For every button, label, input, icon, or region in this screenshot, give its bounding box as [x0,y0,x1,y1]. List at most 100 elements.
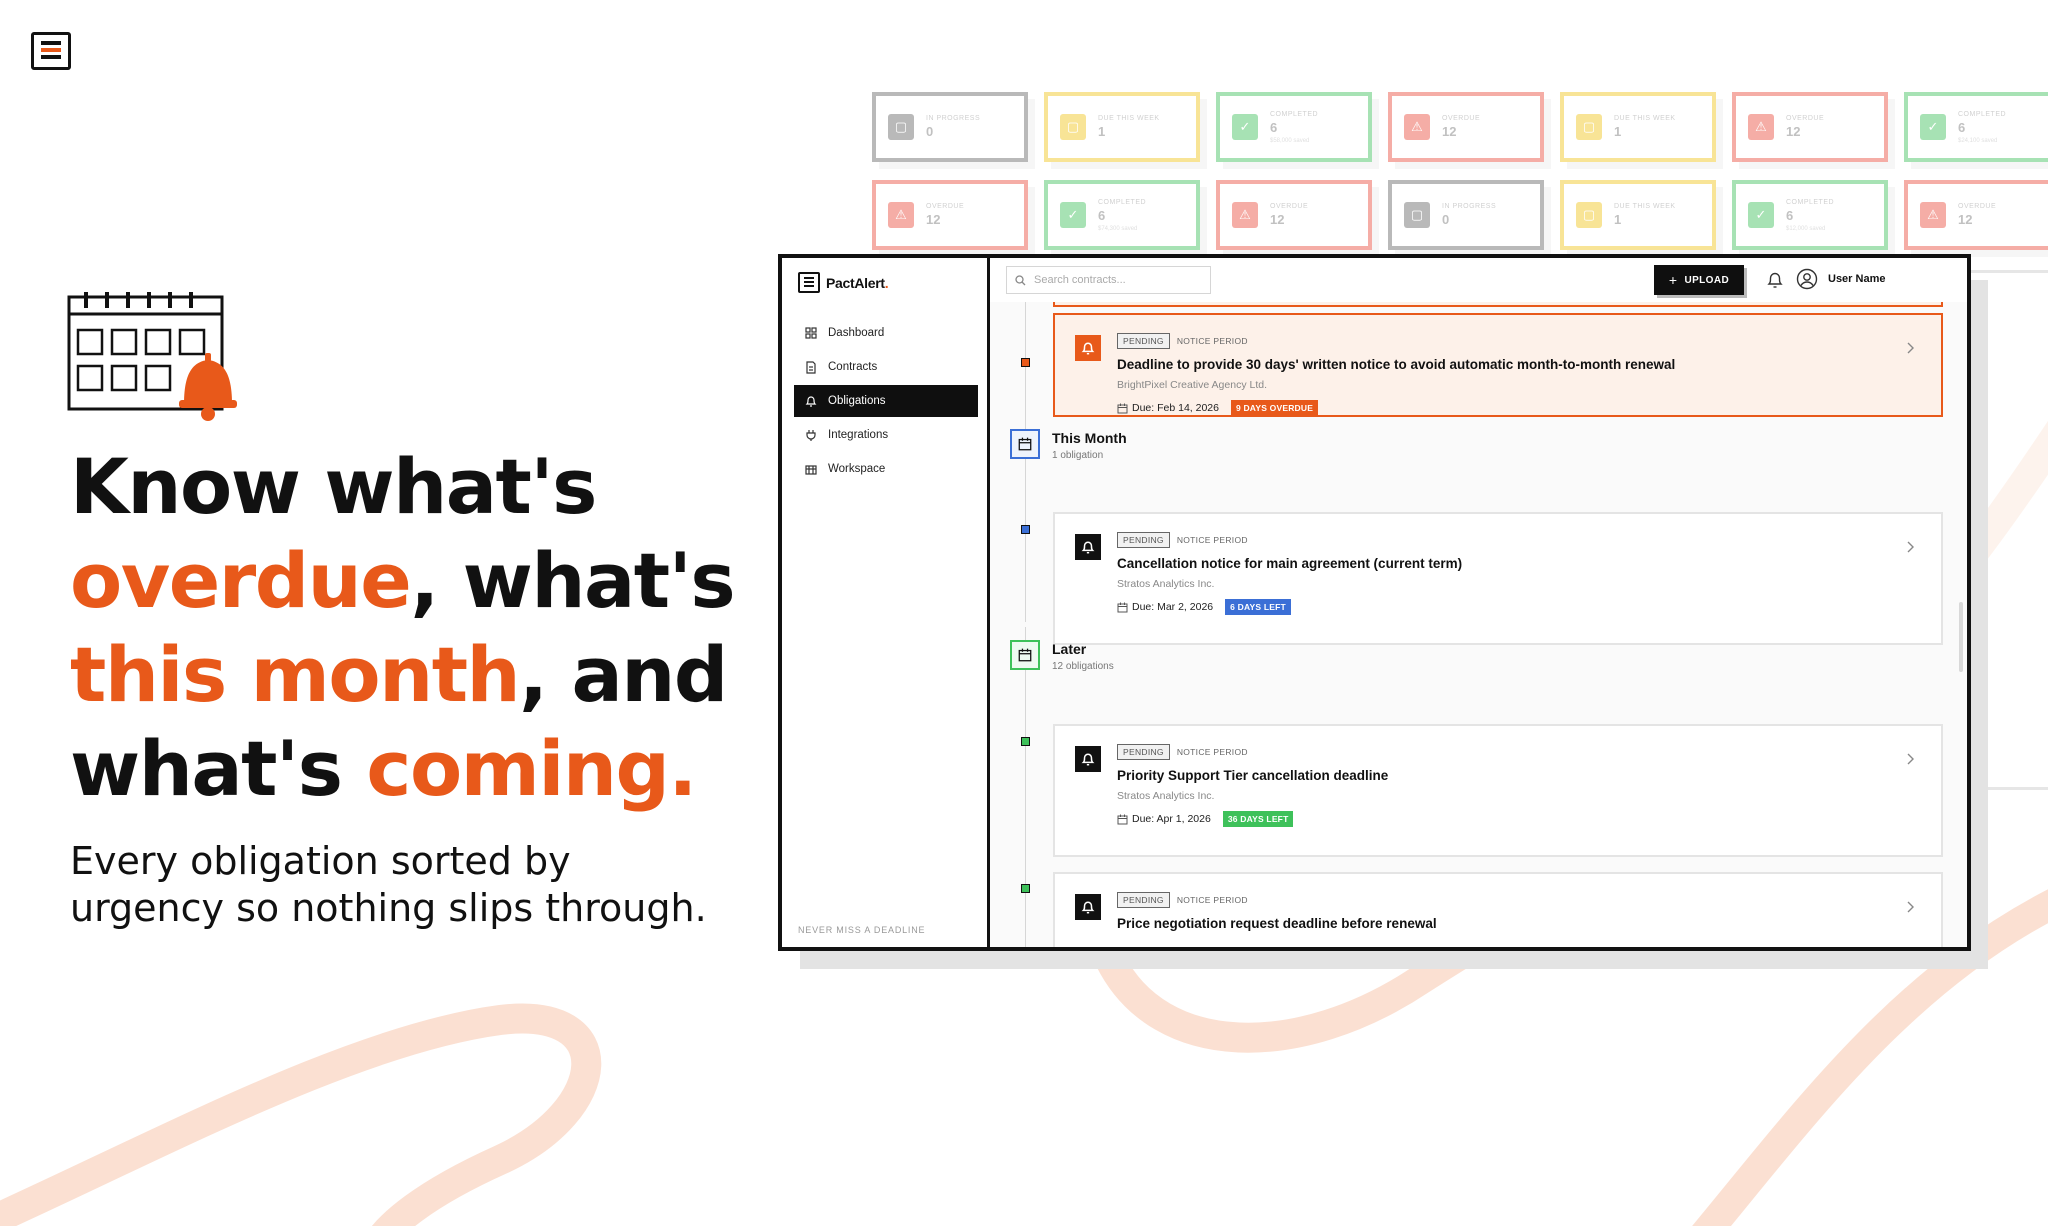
heading-accent-overdue: overdue [70,536,412,625]
calendar-icon [1010,640,1040,670]
search-box[interactable] [1006,266,1211,294]
user-name: User Name [1828,273,1886,285]
stat-tile: ⚠ OVERDUE 12 [1904,180,2048,250]
status-tag: PENDING [1117,532,1170,548]
sidebar: PactAlert. Dashboard Contracts Obligatio… [782,258,990,947]
topbar: + UPLOAD User Name [990,258,1967,302]
card-body: PENDING NOTICE PERIOD Deadline to provid… [1117,333,1901,416]
stat-tile-sub: $24,100 saved [1958,137,1998,144]
timeline-dot-later [1021,884,1030,893]
upload-button-label: UPLOAD [1684,274,1730,286]
obligation-card[interactable]: PENDING NOTICE PERIOD Deadline to provid… [1053,313,1943,417]
sidebar-item-contracts[interactable]: Contracts [794,351,978,383]
calendar-bell-icon [67,292,237,421]
stat-tile-sub: $58,000 saved [1270,137,1310,144]
stat-tile-label: DUE THIS WEEK [1098,115,1160,122]
scrollbar[interactable] [1959,602,1963,672]
status-tag: PENDING [1117,333,1170,349]
sidebar-logo[interactable]: PactAlert. [798,272,889,293]
upload-button[interactable]: + UPLOAD [1654,265,1744,295]
stat-tile-icon: ✓ [1920,114,1946,140]
stat-tile-value: 12 [1442,124,1457,139]
app-name: PactAlert. [826,274,889,291]
sidebar-item-workspace[interactable]: Workspace [794,453,978,485]
stat-tile-icon: ⚠ [888,202,914,228]
stat-tile-sub: $74,300 saved [1098,225,1138,232]
sidebar-item-label: Workspace [828,463,886,475]
search-input[interactable] [1034,274,1194,286]
card-title: Price negotiation request deadline befor… [1117,916,1437,931]
stat-tile-value: 1 [1614,124,1622,139]
stat-tile-value: 12 [1270,212,1285,227]
chevron-right-icon[interactable] [1905,752,1915,766]
stat-tile-label: OVERDUE [926,203,965,210]
sidebar-item-dashboard[interactable]: Dashboard [794,317,978,349]
chevron-right-icon[interactable] [1905,540,1915,554]
stat-tile-label: COMPLETED [1786,198,1835,206]
brand-logo [31,32,71,70]
status-tag: PENDING [1117,744,1170,760]
calendar-icon [1117,814,1128,824]
subtitle-line-2: urgency so nothing slips through. [70,886,707,930]
stat-tile: ▢ DUE THIS WEEK 1 [1560,92,1716,162]
stat-tile: ✓ COMPLETED 6 $12,000 saved [1732,180,1888,250]
stat-tile-value: 12 [1786,124,1801,139]
stat-tile-value: 1 [1614,212,1622,227]
stat-tile: ▢ DUE THIS WEEK 1 [1044,92,1200,162]
stat-tile: ✓ COMPLETED 6 $24,100 saved [1904,92,2048,162]
timeline-dot-overdue [1021,358,1030,367]
bell-icon [1075,534,1101,560]
hero-heading: Know what's overdue, what's this month, … [70,440,770,816]
stat-tile: ⚠ OVERDUE 12 [872,180,1028,250]
stat-tile-icon: ✓ [1232,114,1258,140]
chevron-right-icon[interactable] [1905,900,1915,914]
type-tag: NOTICE PERIOD [1176,535,1248,545]
stat-tile-icon: ▢ [1576,114,1602,140]
due-date: Due: Apr 1, 2026 [1132,813,1211,825]
heading-text: Know what's [70,442,597,531]
card-company: Stratos Analytics Inc. [1117,578,1215,590]
heading-accent-this-month: this month [70,630,521,719]
previous-card-edge [1053,302,1943,307]
hero-heading-line-1: Know what's [70,440,770,534]
plug-icon [804,428,818,442]
card-body: PENDING NOTICE PERIOD Price negotiation … [1117,892,1901,931]
status-tag: PENDING [1117,892,1170,908]
sidebar-nav: Dashboard Contracts Obligations Integrat… [794,317,978,487]
type-tag: NOTICE PERIOD [1176,747,1248,757]
calendar-icon [1117,403,1128,413]
user-avatar-icon [1796,268,1818,290]
stat-tile-value: 1 [1098,124,1106,139]
subtitle-line-1: Every obligation sorted by [70,839,571,883]
stat-tile-icon: ▢ [1576,202,1602,228]
stat-tile-value: 6 [1786,207,1794,223]
obligation-card[interactable]: PENDING NOTICE PERIOD Cancellation notic… [1053,512,1943,645]
stat-tile: ✓ COMPLETED 6 $58,000 saved [1216,92,1372,162]
stat-tile-label: COMPLETED [1270,110,1319,118]
stat-tile-value: 12 [1958,212,1973,227]
stat-tile-icon: ▢ [1404,202,1430,228]
group-header-later: Later 12 obligations [1010,640,1114,672]
bell-icon [1075,335,1101,361]
chevron-right-icon[interactable] [1905,341,1915,355]
bell-icon [804,394,818,408]
obligation-card[interactable]: PENDING NOTICE PERIOD Price negotiation … [1053,872,1943,947]
hero-heading-line-3: this month, and [70,628,770,722]
calendar-icon [1010,429,1040,459]
stat-tile-label: OVERDUE [1270,203,1309,210]
stat-tile-icon: ✓ [1060,202,1086,228]
sidebar-item-obligations[interactable]: Obligations [794,385,978,417]
urgency-badge: 6 DAYS LEFT [1225,599,1291,615]
stat-tile-value: 0 [1442,212,1450,227]
user-menu[interactable]: User Name [1796,268,1885,290]
group-title: Later [1052,641,1087,657]
group-count: 12 obligations [1052,661,1114,672]
stat-tile-icon: ▢ [888,114,914,140]
sidebar-item-label: Integrations [828,429,889,441]
sidebar-item-integrations[interactable]: Integrations [794,419,978,451]
notification-bell-icon[interactable] [1766,270,1784,290]
background-stat-tiles: ▢ IN PROGRESS 0 ▢ DUE THIS WEEK 1 ✓ COMPLETED 6 $… [872,92,2048,262]
timeline-dot-later [1021,737,1030,746]
obligation-card[interactable]: PENDING NOTICE PERIOD Priority Support T… [1053,724,1943,857]
stat-tile-icon: ⚠ [1404,114,1430,140]
